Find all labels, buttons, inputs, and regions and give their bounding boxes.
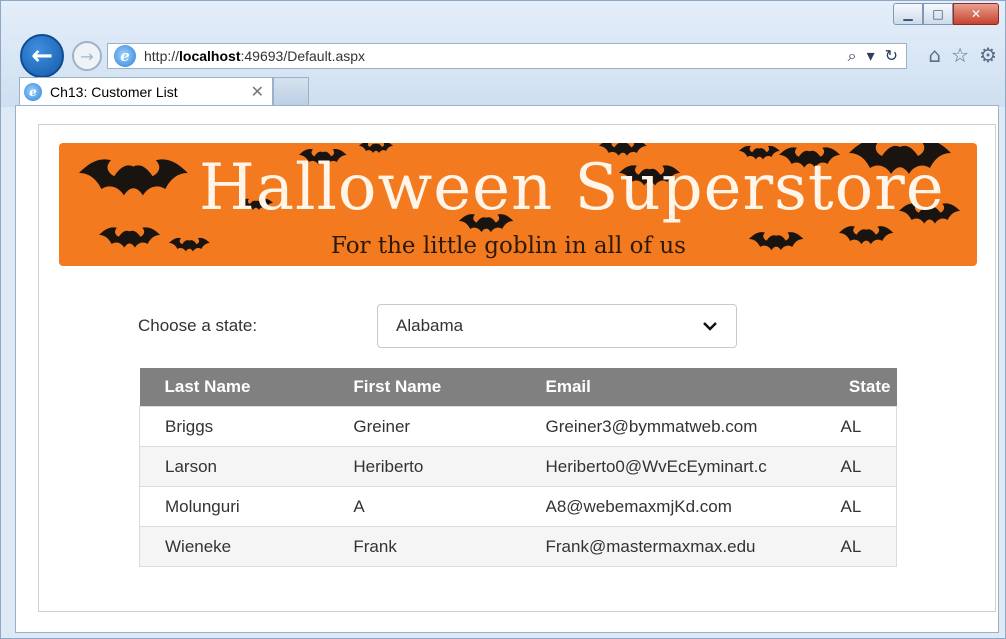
banner-subtitle: For the little goblin in all of us xyxy=(331,233,686,259)
state-dropdown[interactable]: Alabama xyxy=(377,304,737,348)
cell-last-name: Molunguri xyxy=(139,486,329,527)
cell-email: Greiner3@bymmatweb.com xyxy=(520,406,816,447)
window-controls: ▁ □ ✕ xyxy=(893,3,999,25)
back-button[interactable]: ← xyxy=(20,34,64,78)
table-row: Molunguri A A8@webemaxmjKd.com AL xyxy=(139,486,897,527)
header-state: State xyxy=(815,368,897,407)
tab-customer-list[interactable]: e Ch13: Customer List ✕ xyxy=(19,77,273,105)
table-header-row: Last Name First Name Email State xyxy=(139,368,897,407)
cell-first-name: Frank xyxy=(328,526,521,567)
url-path: :49693/Default.aspx xyxy=(240,48,366,64)
email-text: Greiner3@bymmatweb.com xyxy=(545,416,758,436)
browser-chrome: ▁ □ ✕ ← → e http://localhost:49693/Defau… xyxy=(1,1,1005,107)
cell-email: Frank@mastermaxmax.edu xyxy=(520,526,816,567)
cell-last-name: Wieneke xyxy=(139,526,329,567)
favorites-star-icon[interactable]: ☆ xyxy=(951,43,969,67)
minimize-button[interactable]: ▁ xyxy=(893,3,923,25)
email-text: Frank@mastermaxmax.edu xyxy=(545,536,756,556)
close-button[interactable]: ✕ xyxy=(953,3,999,25)
url-scheme: http:// xyxy=(144,48,180,64)
tab-title: Ch13: Customer List xyxy=(50,83,178,100)
header-first-name: First Name xyxy=(328,368,521,407)
ie-tab-icon: e xyxy=(24,82,42,101)
cell-email: Heriberto0@WvEcEyminart.c xyxy=(520,446,816,487)
gear-icon[interactable]: ⚙ xyxy=(979,43,997,67)
cell-email: A8@webemaxmjKd.com xyxy=(520,486,816,527)
close-tab-icon[interactable]: ✕ xyxy=(251,82,264,101)
browser-window: ▁ □ ✕ ← → e http://localhost:49693/Defau… xyxy=(0,0,1006,639)
state-selected-value: Alabama xyxy=(396,316,464,335)
cell-first-name: A xyxy=(328,486,521,527)
ie-logo-icon: e xyxy=(114,45,136,67)
table-row: Wieneke Frank Frank@mastermaxmax.edu AL xyxy=(139,526,897,567)
refresh-icon[interactable]: ↻ xyxy=(885,46,898,66)
home-icon[interactable]: ⌂ xyxy=(928,43,941,67)
new-tab-button[interactable] xyxy=(273,77,309,105)
cell-state: AL xyxy=(815,406,897,447)
search-icon[interactable]: ⌕ xyxy=(848,46,857,66)
cell-state: AL xyxy=(815,486,897,527)
page-viewport: Halloween Superstore For the little gobl… xyxy=(15,105,999,633)
cell-state: AL xyxy=(815,446,897,487)
arrow-left-icon: ← xyxy=(31,41,53,71)
page-container: Halloween Superstore For the little gobl… xyxy=(38,124,996,612)
url-host: localhost xyxy=(179,48,241,64)
email-text: A8@webemaxmjKd.com xyxy=(545,496,732,516)
address-tools: ⌕ ▾ ↻ xyxy=(848,46,898,66)
forward-button[interactable]: → xyxy=(72,41,102,71)
dropdown-icon[interactable]: ▾ xyxy=(867,46,875,66)
table-row: Briggs Greiner Greiner3@bymmatweb.com AL xyxy=(139,406,897,447)
table-row: Larson Heriberto Heriberto0@WvEcEyminart… xyxy=(139,446,897,487)
email-text: Heriberto0@WvEcEyminart.c xyxy=(545,456,767,476)
cell-last-name: Larson xyxy=(139,446,329,487)
halloween-banner: Halloween Superstore For the little gobl… xyxy=(59,143,977,266)
address-bar[interactable]: e http://localhost:49693/Default.aspx ⌕ … xyxy=(107,43,907,69)
customer-table: Last Name First Name Email State Briggs … xyxy=(139,368,897,567)
state-label: Choose a state: xyxy=(138,316,258,335)
maximize-button[interactable]: □ xyxy=(923,3,953,25)
cell-first-name: Heriberto xyxy=(328,446,521,487)
cell-first-name: Greiner xyxy=(328,406,521,447)
cell-last-name: Briggs xyxy=(139,406,329,447)
chevron-down-icon xyxy=(702,321,718,331)
header-last-name: Last Name xyxy=(139,368,329,407)
banner-title: Halloween Superstore xyxy=(199,151,945,225)
cell-state: AL xyxy=(815,526,897,567)
url-text[interactable]: http://localhost:49693/Default.aspx xyxy=(144,48,365,64)
header-email: Email xyxy=(520,368,816,407)
arrow-right-icon: → xyxy=(80,46,94,66)
browser-toolbar: ⌂ ☆ ⚙ xyxy=(928,43,997,67)
